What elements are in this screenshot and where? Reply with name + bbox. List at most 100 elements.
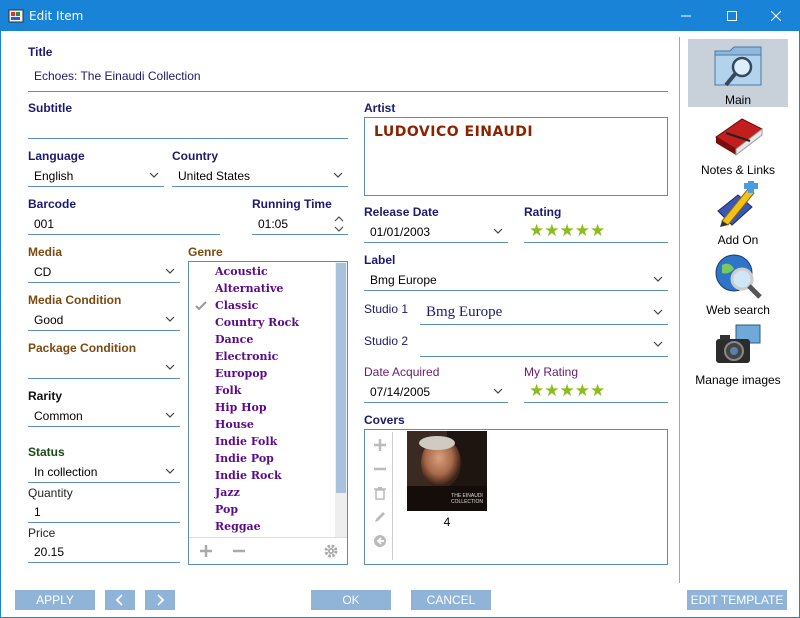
title-input[interactable]: Echoes: The Einaudi Collection (28, 65, 668, 92)
genre-list-item[interactable]: Jazz (215, 486, 240, 499)
add-cover-icon[interactable] (373, 438, 387, 452)
star-icon[interactable]: ★ (560, 381, 575, 400)
notebook-icon (715, 118, 763, 157)
spinner-icon[interactable] (334, 214, 344, 234)
studio2-select[interactable] (420, 331, 668, 357)
star-icon[interactable]: ★ (544, 221, 559, 240)
chevron-down-icon (493, 228, 503, 234)
subtitle-input[interactable] (28, 117, 348, 139)
sidebar-item-web-search-label: Web search (706, 303, 770, 317)
genre-list-item[interactable]: House (215, 418, 254, 431)
close-icon (771, 11, 781, 21)
my-rating-star-row: ★★★★★ (529, 381, 605, 401)
release-date-picker[interactable]: 01/01/2003 (364, 221, 508, 243)
previous-button[interactable] (105, 590, 135, 610)
media-select[interactable]: CD (28, 261, 180, 283)
trash-icon[interactable] (373, 486, 387, 500)
remove-icon[interactable] (232, 544, 246, 558)
title-label: Title (28, 45, 53, 59)
star-icon[interactable]: ★ (575, 381, 590, 400)
chevron-down-icon (149, 172, 159, 178)
genre-list-item[interactable]: Country Rock (215, 316, 299, 329)
add-icon[interactable] (199, 544, 213, 558)
sidebar-item-manage-images-label: Manage images (695, 373, 781, 387)
rarity-value: Common (34, 409, 83, 423)
cancel-button[interactable]: CANCEL (411, 590, 491, 610)
quantity-input[interactable]: 1 (28, 501, 180, 523)
genre-list-item[interactable]: Europop (215, 367, 267, 380)
genre-list-item[interactable]: Reggae (215, 520, 261, 533)
cover-thumbnail[interactable]: THE EINAUDI COLLECTION (407, 431, 487, 511)
price-input[interactable]: 20.15 (28, 541, 180, 563)
price-label: Price (28, 526, 56, 540)
star-icon[interactable]: ★ (575, 221, 590, 240)
chevron-down-icon (333, 172, 343, 178)
ok-button[interactable]: OK (311, 590, 391, 610)
sidebar-item-manage-images[interactable]: Manage images (688, 319, 788, 387)
genre-list-item[interactable]: Folk (215, 384, 241, 397)
sidebar-item-main[interactable]: Main (688, 39, 788, 107)
edit-template-button[interactable]: EDIT TEMPLATE (687, 590, 787, 610)
country-select[interactable]: United States (172, 165, 348, 187)
genre-list-item[interactable]: Indie Folk (215, 435, 277, 448)
studio2-label: Studio 2 (364, 334, 409, 348)
status-select[interactable]: In collection (28, 461, 180, 483)
genre-list-item[interactable]: Indie Rock (215, 469, 282, 482)
genre-list-item[interactable]: Electronic (215, 350, 278, 363)
release-date-value: 01/01/2003 (370, 225, 431, 239)
media-condition-select[interactable]: Good (28, 309, 180, 331)
genre-list-item[interactable]: Pop (215, 503, 238, 516)
chevron-down-icon (493, 388, 503, 394)
label-value: Bmg Europe (370, 273, 437, 287)
genre-list-item[interactable]: Indie Pop (215, 452, 274, 465)
edit-pencil-icon[interactable] (373, 510, 387, 524)
close-button[interactable] (753, 1, 799, 31)
genre-scrollbar[interactable] (335, 262, 347, 537)
star-icon[interactable]: ★ (529, 221, 544, 240)
star-icon[interactable]: ★ (590, 221, 605, 240)
media-condition-value: Good (34, 313, 64, 327)
genre-list[interactable]: Acoustic Alternative Classic Country Rock Da… (188, 261, 348, 565)
maximize-button[interactable] (709, 1, 755, 31)
star-icon[interactable]: ★ (544, 381, 559, 400)
genre-scrollbar-thumb[interactable] (336, 263, 346, 493)
label-select[interactable]: Bmg Europe (364, 269, 668, 291)
my-rating-stars[interactable]: ★★★★★ (524, 381, 668, 403)
artist-input[interactable]: LUDOVICO EINAUDI (364, 117, 668, 196)
sidebar-item-notes-links[interactable]: Notes & Links (688, 109, 788, 177)
gear-icon[interactable] (323, 543, 339, 559)
barcode-input[interactable]: 001 (28, 213, 220, 235)
sidebar-item-web-search[interactable]: Web search (688, 249, 788, 317)
add-on-pencil-icon (717, 181, 758, 227)
package-condition-select[interactable] (28, 357, 180, 379)
next-button[interactable] (145, 590, 175, 610)
star-icon[interactable]: ★ (590, 381, 605, 400)
chevron-down-icon (165, 468, 175, 474)
genre-list-item[interactable]: Hip Hop (215, 401, 267, 414)
genre-list-item[interactable]: Alternative (215, 282, 283, 295)
chevron-down-icon (165, 316, 175, 322)
remove-cover-icon[interactable] (373, 462, 387, 476)
genre-list-item[interactable]: Dance (215, 333, 253, 346)
maximize-icon (727, 11, 737, 21)
rating-stars[interactable]: ★★★★★ (524, 221, 668, 243)
folder-search-icon (714, 46, 762, 87)
sidebar: Main Notes & Links Add On Web search Man… (679, 37, 789, 583)
studio1-select[interactable]: Bmg Europe (420, 299, 668, 325)
sidebar-item-add-on[interactable]: Add On (688, 179, 788, 247)
apply-button[interactable]: APPLY (15, 590, 95, 610)
genre-list-item[interactable]: Acoustic (215, 265, 268, 278)
minimize-button[interactable] (663, 1, 709, 31)
covers-toolbar (367, 432, 393, 560)
star-icon[interactable]: ★ (560, 221, 575, 240)
star-icon[interactable]: ★ (529, 381, 544, 400)
language-select[interactable]: English (28, 165, 164, 187)
running-time-input[interactable]: 01:05 (252, 213, 348, 235)
covers-label: Covers (364, 413, 405, 427)
rarity-select[interactable]: Common (28, 405, 180, 427)
status-label: Status (28, 445, 65, 459)
back-arrow-icon[interactable] (373, 534, 387, 548)
date-acquired-picker[interactable]: 07/14/2005 (364, 381, 508, 403)
genre-list-item[interactable]: Classic (215, 299, 258, 312)
chevron-down-icon (165, 364, 175, 370)
